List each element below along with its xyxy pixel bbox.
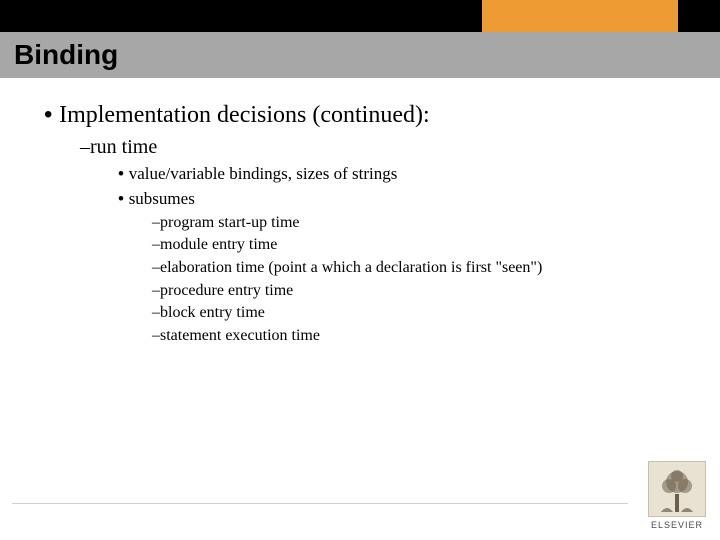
- level4-text: block entry time: [160, 304, 265, 321]
- slide-content: • Implementation decisions (continued): …: [0, 100, 720, 346]
- level4-text: elaboration time (point a which a declar…: [160, 259, 542, 276]
- level4-text: statement execution time: [160, 327, 320, 344]
- bullet-level4: –statement execution time: [0, 325, 720, 347]
- dash-icon: –: [152, 259, 160, 276]
- bullet-level4: –block entry time: [0, 302, 720, 324]
- bullet-level2: –run time: [0, 134, 720, 161]
- footer-divider: [12, 503, 628, 504]
- publisher-logo: ELSEVIER: [648, 461, 706, 530]
- title-bar: Binding: [0, 32, 720, 78]
- level3-text: value/variable bindings, sizes of string…: [129, 164, 398, 183]
- level4-text: module entry time: [160, 236, 277, 253]
- top-orange-block: [482, 0, 678, 32]
- bullet-dot-icon: •: [118, 164, 129, 183]
- slide-title: Binding: [14, 39, 118, 71]
- level4-text: procedure entry time: [160, 282, 293, 299]
- dash-icon: –: [152, 327, 160, 344]
- level4-text: program start-up time: [160, 214, 300, 231]
- level1-text: Implementation decisions (continued):: [59, 102, 430, 128]
- level2-text: run time: [90, 136, 157, 158]
- bullet-level4: –procedure entry time: [0, 280, 720, 302]
- level3-text: subsumes: [129, 189, 195, 208]
- dash-icon: –: [152, 236, 160, 253]
- bullet-level3: • subsumes: [0, 188, 720, 211]
- bullet-dot-icon: •: [118, 189, 129, 208]
- bullet-level3: • value/variable bindings, sizes of stri…: [0, 163, 720, 186]
- dash-icon: –: [152, 282, 160, 299]
- bullet-level4: –elaboration time (point a which a decla…: [0, 257, 720, 279]
- bullet-level4: –module entry time: [0, 234, 720, 256]
- publisher-name: ELSEVIER: [648, 520, 706, 530]
- dash-icon: –: [152, 214, 160, 231]
- dash-icon: –: [152, 304, 160, 321]
- bullet-level4: –program start-up time: [0, 212, 720, 234]
- bullet-dot-icon: •: [44, 101, 59, 128]
- elsevier-tree-icon: [648, 461, 706, 517]
- dash-icon: –: [80, 136, 90, 158]
- bullet-level1: • Implementation decisions (continued):: [0, 100, 720, 130]
